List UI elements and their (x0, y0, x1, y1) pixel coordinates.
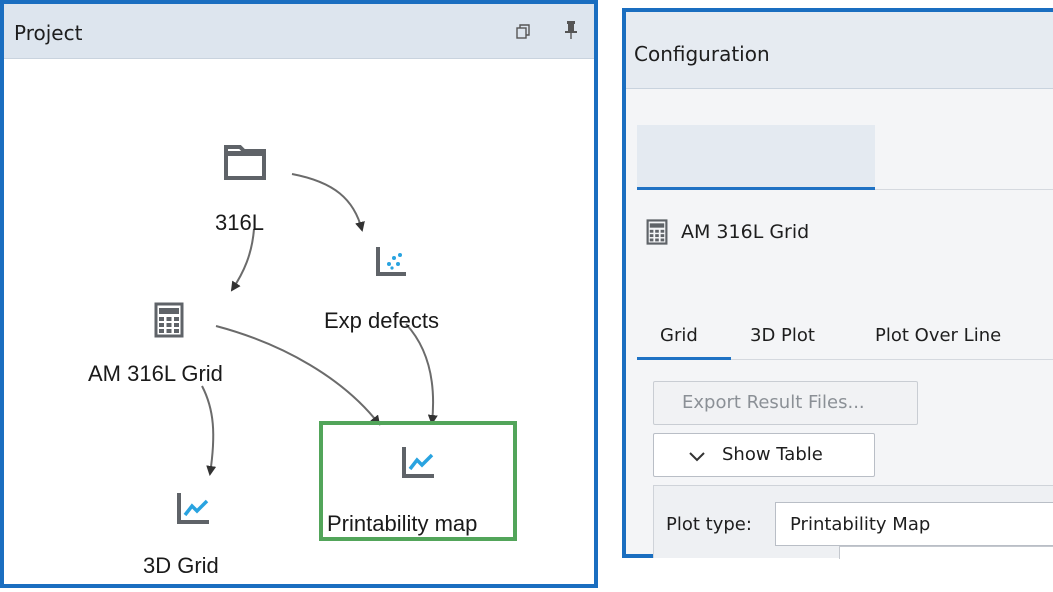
edge-316l-to-exp-defects (291, 173, 365, 232)
subtab-plot-over-line[interactable]: Plot Over Line (875, 325, 1001, 346)
node-label-316l[interactable]: 316L (215, 210, 264, 236)
tab-label-am-316l-grid[interactable]: AM 316L Grid (681, 221, 809, 243)
edge-exp-to-printability (405, 323, 438, 425)
node-label-exp-defects[interactable]: Exp defects (324, 308, 439, 334)
calculator-icon[interactable] (154, 302, 184, 343)
configuration-content: AM 316L Grid Grid 3D Plot Plot Over Line… (626, 12, 1053, 559)
plot-type-value: Printability Map (790, 514, 931, 535)
active-tab-underline (637, 187, 875, 190)
scatter-chart-icon[interactable] (375, 244, 409, 283)
subtab-grid[interactable]: Grid (660, 325, 698, 346)
subtab-3d-plot[interactable]: 3D Plot (750, 325, 815, 346)
plot-type-select[interactable]: Printability Map (775, 502, 1053, 546)
tab-bar-divider (875, 189, 1053, 190)
calculator-icon (646, 219, 668, 250)
active-subtab-underline (637, 357, 731, 360)
plot-type-label: Plot type: (666, 514, 752, 535)
plot-next-field[interactable] (839, 546, 1053, 559)
node-label-printability-map[interactable]: Printability map (327, 511, 477, 537)
tab-am-316l-grid[interactable] (637, 125, 875, 187)
show-table-button[interactable]: Show Table (653, 433, 875, 477)
show-table-label: Show Table (722, 444, 823, 465)
subtab-bar-divider (731, 359, 1053, 360)
chevron-down-icon (688, 447, 706, 468)
export-result-files-button[interactable]: Export Result Files... (653, 381, 918, 425)
edge-grid-to-3d-grid (201, 385, 217, 476)
line-chart-icon[interactable] (176, 490, 212, 531)
folder-icon[interactable] (223, 143, 267, 186)
line-chart-icon[interactable] (401, 444, 437, 485)
node-label-3d-grid[interactable]: 3D Grid (143, 553, 219, 579)
node-label-am-316l-grid[interactable]: AM 316L Grid (88, 361, 223, 387)
edge-316l-to-grid (230, 228, 255, 292)
edge-grid-to-printability (215, 325, 381, 426)
project-panel: Project 316L Exp defects AM 316L Grid Pr… (0, 0, 598, 588)
export-result-files-label: Export Result Files... (682, 392, 865, 413)
